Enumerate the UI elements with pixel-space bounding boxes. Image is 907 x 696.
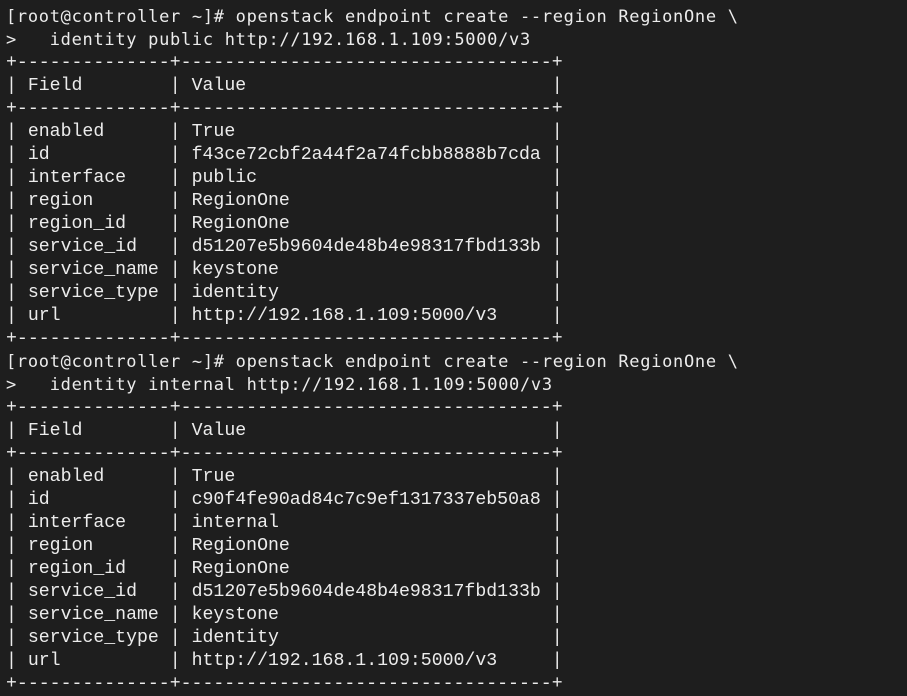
value-cell: True [191,467,541,487]
table-header: | Field | Value | [6,421,563,441]
command-text: identity public http://192.168.1.109:500… [49,30,531,50]
value-cell: RegionOne [191,191,541,211]
table-row: | service_name | keystone | [6,605,563,625]
command-text: openstack endpoint create --region Regio… [235,7,739,27]
table-border: +--------------+------------------------… [6,443,739,466]
field-cell: service_id [27,582,159,602]
table-border-text: +--------------+------------------------… [6,53,563,73]
table-border-text: +--------------+------------------------… [6,329,563,349]
value-cell: RegionOne [191,214,541,234]
table-border: +--------------+------------------------… [6,98,739,121]
table-row: | region_id | RegionOne | [6,214,563,234]
continuation-prompt: > [6,30,50,50]
table-border-text: +--------------+------------------------… [6,398,563,418]
value-cell: Value [191,76,541,96]
table-row: | service_type | identity | [6,283,563,303]
field-cell: region [27,536,159,556]
table-row: | region_id | RegionOne | [6,559,563,579]
table-row: | service_type | identity | [6,628,563,648]
value-cell: Value [191,421,541,441]
table-border-text: +--------------+------------------------… [6,674,563,694]
table-border: +--------------+------------------------… [6,397,739,420]
field-cell: enabled [27,122,159,142]
table-row: | service_id | d51207e5b9604de48b4e98317… [6,582,563,602]
value-cell: keystone [191,260,541,280]
value-cell: RegionOne [191,559,541,579]
table-border: +--------------+------------------------… [6,52,739,75]
field-cell: interface [27,513,159,533]
table-row: | region | RegionOne | [6,191,563,211]
table-row: | url | http://192.168.1.109:5000/v3 | [6,306,563,326]
command-continuation-line: > identity internal http://192.168.1.109… [6,374,739,397]
field-cell: region [27,191,159,211]
value-cell: c90f4fe90ad84c7c9ef1317337eb50a8 [191,490,541,510]
value-cell: identity [191,628,541,648]
field-cell: service_type [27,628,159,648]
value-cell: identity [191,283,541,303]
field-cell: service_name [27,605,159,625]
command-line: [root@controller ~]# openstack endpoint … [6,351,739,374]
value-cell: internal [191,513,541,533]
value-cell: http://192.168.1.109:5000/v3 [191,306,541,326]
table-row: | interface | public | [6,168,563,188]
command-continuation-line: > identity public http://192.168.1.109:5… [6,29,739,52]
table-border-text: +--------------+------------------------… [6,99,563,119]
table-row: | enabled | True | [6,467,563,487]
table-row: | id | c90f4fe90ad84c7c9ef1317337eb50a8 … [6,490,563,510]
value-cell: public [191,168,541,188]
field-cell: Field [27,421,159,441]
table-border-text: +--------------+------------------------… [6,444,563,464]
field-cell: interface [27,168,159,188]
value-cell: True [191,122,541,142]
command-text: identity internal http://192.168.1.109:5… [49,375,553,395]
table-row: | url | http://192.168.1.109:5000/v3 | [6,651,563,671]
table-row: | region | RegionOne | [6,536,563,556]
field-cell: id [27,145,159,165]
terminal-output[interactable]: [root@controller ~]# openstack endpoint … [6,6,739,696]
field-cell: id [27,490,159,510]
field-cell: service_name [27,260,159,280]
table-border: +--------------+------------------------… [6,328,739,351]
value-cell: RegionOne [191,536,541,556]
field-cell: region_id [27,559,159,579]
field-cell: region_id [27,214,159,234]
field-cell: service_type [27,283,159,303]
value-cell: d51207e5b9604de48b4e98317fbd133b [191,237,541,257]
value-cell: f43ce72cbf2a44f2a74fcbb8888b7cda [191,145,541,165]
field-cell: service_id [27,237,159,257]
field-cell: url [27,306,159,326]
shell-prompt: [root@controller ~]# [6,7,236,27]
command-text: openstack endpoint create --region Regio… [235,352,739,372]
value-cell: keystone [191,605,541,625]
table-row: | interface | internal | [6,513,563,533]
field-cell: Field [27,76,159,96]
value-cell: http://192.168.1.109:5000/v3 [191,651,541,671]
table-header: | Field | Value | [6,76,563,96]
shell-prompt: [root@controller ~]# [6,352,236,372]
continuation-prompt: > [6,375,50,395]
value-cell: d51207e5b9604de48b4e98317fbd133b [191,582,541,602]
command-line: [root@controller ~]# openstack endpoint … [6,6,739,29]
table-row: | id | f43ce72cbf2a44f2a74fcbb8888b7cda … [6,145,563,165]
field-cell: url [27,651,159,671]
table-row: | service_id | d51207e5b9604de48b4e98317… [6,237,563,257]
table-row: | enabled | True | [6,122,563,142]
field-cell: enabled [27,467,159,487]
table-row: | service_name | keystone | [6,260,563,280]
